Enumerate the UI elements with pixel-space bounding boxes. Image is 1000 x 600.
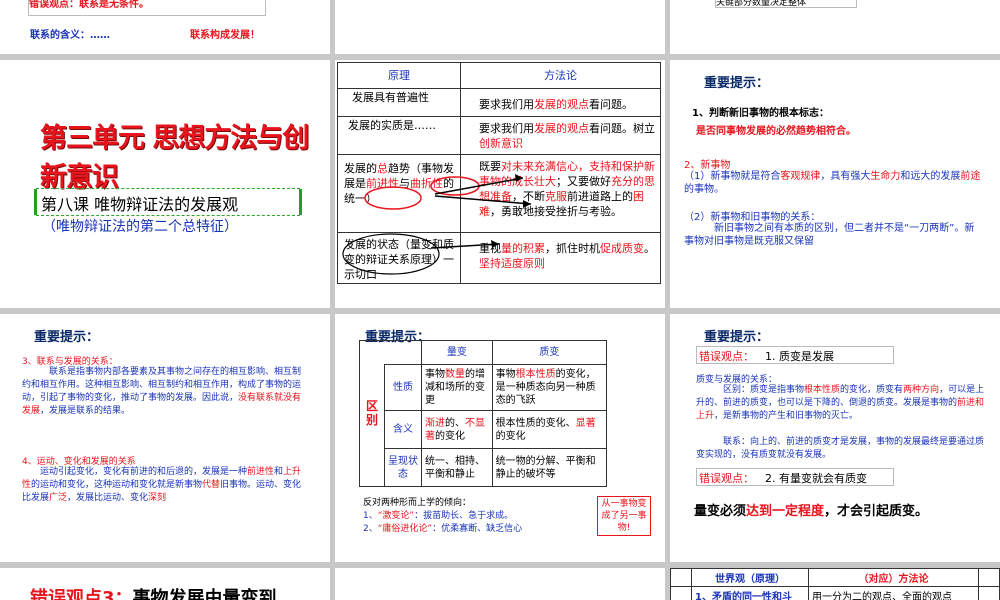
slide-thumbnail-5[interactable]: 原理 方法论 发展具有普遍性 要求我们用发展的观点看问题。 发展的实质是…… 要… bbox=[335, 60, 665, 308]
table-row: 1、矛盾的同一性和斗 用一分为二的观点、全面的观点 bbox=[670, 586, 1000, 600]
lesson-title-bar-right bbox=[299, 189, 302, 215]
col-header-quality: 质变 bbox=[491, 340, 608, 365]
error-view-text: 1. 质变是发展 bbox=[765, 350, 834, 363]
error-view-label: 错误观点： bbox=[699, 350, 754, 363]
slide-thumbnail-11[interactable] bbox=[335, 568, 665, 600]
error-view-3: 错误观点3：事物发展由量变到 bbox=[30, 588, 277, 600]
slide-thumbnail-2[interactable] bbox=[335, 0, 665, 54]
table-row: 含义 渐进的、不显著的变化 根本性质的变化、显著的变化 bbox=[360, 410, 608, 449]
slide-thumbnail-4[interactable]: 第三单元 思想方法与创新意识 第八课 唯物辩证法的发展观 （唯物辩证法的第二个总… bbox=[0, 60, 330, 308]
worldview-method-table: 世界观（原理） （对应）方法论 1、矛盾的同一性和斗 用一分为二的观点、全面的观… bbox=[670, 568, 1000, 600]
quality-cell: 事物根本性质的变化，是一种质态向另一种质态的飞跃 bbox=[491, 364, 608, 411]
metaphysics-heading: 反对两种形而上学的倾向： bbox=[363, 498, 472, 508]
slide-thumbnail-12[interactable]: 世界观（原理） （对应）方法论 1、矛盾的同一性和斗 用一分为二的观点、全面的观… bbox=[670, 568, 1000, 600]
connection-forms: 联系构成发展！ bbox=[190, 30, 260, 41]
error-view-1-box: 错误观点： 1. 质变是发展 bbox=[696, 346, 894, 364]
hint-title: 重要提示： bbox=[704, 330, 770, 345]
key-part-text: 关键部分数量决定整体 bbox=[715, 0, 857, 8]
lesson-title-bar-left bbox=[34, 189, 37, 215]
new-old-relation-heading: （2）新事物和旧事物的关系： bbox=[684, 212, 821, 223]
hint-title: 重要提示： bbox=[34, 330, 100, 345]
row-label: 含义 bbox=[384, 410, 422, 449]
principle-cell: 1、矛盾的同一性和斗 bbox=[691, 586, 809, 600]
table-header-method: （对应）方法论 bbox=[808, 568, 979, 587]
slide-thumbnail-3[interactable]: 关键部分数量决定整体 bbox=[670, 0, 1000, 54]
error-view-box: 错误观点：联系是无条件。 bbox=[28, 0, 266, 16]
error-view-text: 2. 有量变就会有质变 bbox=[765, 472, 867, 485]
table-header-worldview: 世界观（原理） bbox=[691, 568, 809, 587]
new-old-criterion: 1、判断新旧事物的根本标志： bbox=[692, 108, 829, 119]
quantity-cell: 统一、相持、平衡和静止 bbox=[421, 448, 493, 487]
quantity-cell: 渐进的、不显著的变化 bbox=[421, 410, 493, 449]
error-view-text: 错误观点：联系是无条件。 bbox=[29, 0, 149, 10]
error-view-2-box: 错误观点： 2. 有量变就会有质变 bbox=[696, 468, 894, 486]
error-view-label: 错误观点： bbox=[699, 472, 754, 485]
annotation-arrows bbox=[342, 174, 532, 275]
connection-development-text: 联系是指事物内部各要素及其事物之间存在的相互影响、相互制约和相互作用。这种相互影… bbox=[22, 367, 302, 416]
new-thing-definition: （1）新事物就是符合客观规律，具有强大生命力和远大的发展前途的事物。 bbox=[684, 171, 981, 195]
lesson-title-box: 第八课 唯物辩证法的发展观 bbox=[34, 188, 302, 216]
slide-thumbnail-1[interactable]: 错误观点：联系是无条件。 联系的含义：…… 联系构成发展！ bbox=[0, 0, 330, 54]
col-header-quantity: 量变 bbox=[421, 340, 493, 365]
table-row: 性质 事物数量的增减和场所的变更 事物根本性质的变化，是一种质态向另一种质态的飞… bbox=[360, 364, 608, 411]
slide-thumbnail-6[interactable]: 重要提示： 1、判断新旧事物的根本标志： 是否同事物发展的必然趋势相符合。 2、… bbox=[670, 60, 1000, 308]
row-label: 性质 bbox=[384, 364, 422, 411]
quality-development-difference: 区别：质变是指事物根本性质的变化，质变有两种方向，可以是上升的、前进的质变，也可… bbox=[696, 385, 985, 421]
metaphysics-item-2: 2、“庸俗进化论”：优柔寡断、缺乏信心 bbox=[363, 524, 523, 534]
slide-thumbnail-7[interactable]: 重要提示： 3、联系与发展的关系： 联系是指事物内部各要素及其事物之间存在的相互… bbox=[0, 314, 330, 562]
new-old-relation-text: 新旧事物之间有本质的区别，但二者并不是“一刀两断”。新事物对旧事物是既克服又保留 bbox=[684, 223, 975, 247]
row-label: 呈现状态 bbox=[384, 448, 422, 487]
new-thing-heading: 2、新事物 bbox=[684, 160, 731, 171]
slide-thumbnail-8[interactable]: 重要提示： 区别 量变 质变 性质 事物数量的增减和场所的变更 事物根本性质的变… bbox=[335, 314, 665, 562]
quantity-quality-conclusion: 量变必须达到一定程度，才会引起质变。 bbox=[694, 504, 929, 519]
slide-thumbnail-10[interactable]: 错误观点3：事物发展由量变到 bbox=[0, 568, 330, 600]
connection-meaning: 联系的含义：…… bbox=[30, 30, 110, 41]
hint-title: 重要提示： bbox=[704, 76, 770, 91]
distinction-label: 区别 bbox=[359, 340, 385, 487]
slide-thumbnail-9[interactable]: 重要提示： 错误观点： 1. 质变是发展 质变与发展的关系： 区别：质变是指事物… bbox=[670, 314, 1000, 562]
quality-change-callout: 从一事物变成了另一事物! bbox=[597, 496, 651, 536]
method-cell: 用一分为二的观点、全面的观点 bbox=[808, 586, 979, 600]
quantity-quality-table: 区别 量变 质变 性质 事物数量的增减和场所的变更 事物根本性质的变化，是一种质… bbox=[359, 340, 608, 487]
unit-title: 第三单元 思想方法与创新意识 bbox=[40, 123, 309, 193]
metaphysics-item-1: 1、“激变论”：拔苗助长、急于求成。 bbox=[363, 511, 514, 521]
table-row: 呈现状态 统一、相持、平衡和静止 统一物的分解、平衡和静止的破坏等 bbox=[360, 448, 608, 487]
quantity-cell: 事物数量的增减和场所的变更 bbox=[421, 364, 493, 411]
quality-development-link: 联系：向上的、前进的质变才是发展，事物的发展最终是要通过质变实现的，没有质变就没… bbox=[696, 437, 985, 460]
quality-cell: 统一物的分解、平衡和静止的破坏等 bbox=[491, 448, 608, 487]
lesson-title: 第八课 唯物辩证法的发展观 bbox=[41, 195, 239, 214]
new-old-criterion-answer: 是否同事物发展的必然趋势相符合。 bbox=[696, 126, 856, 137]
quality-cell: 根本性质的变化、显著的变化 bbox=[491, 410, 608, 449]
lesson-subtitle: （唯物辩证法的第二个总特征） bbox=[42, 219, 238, 235]
motion-change-text: 运动引起变化，变化有前进的和后退的，发展是一种前进性和上升性的运动和变化，这种运… bbox=[22, 467, 302, 503]
